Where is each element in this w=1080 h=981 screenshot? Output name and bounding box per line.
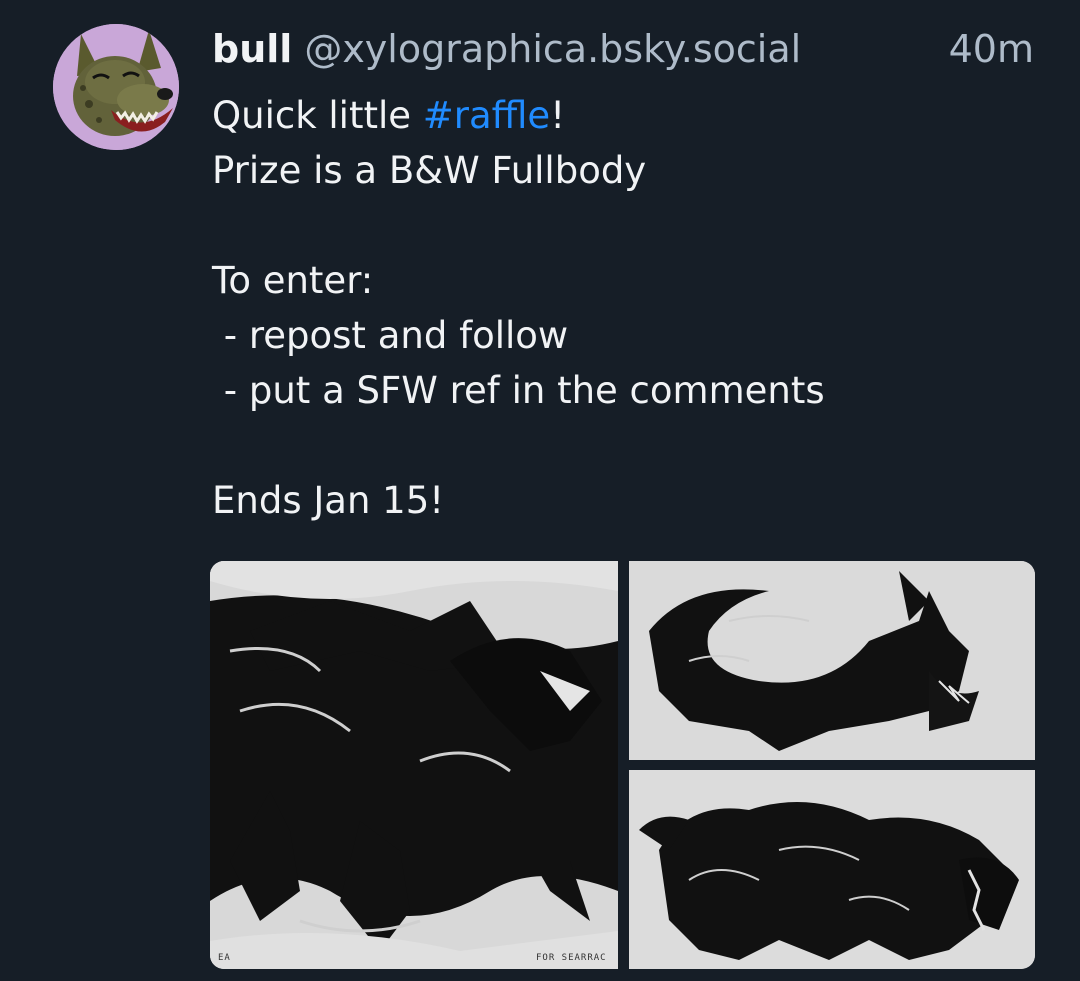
gallery-image-3[interactable]: [629, 770, 1035, 969]
avatar[interactable]: [53, 24, 179, 150]
gallery-image-1[interactable]: FOR SEARRAC EA: [210, 561, 618, 969]
image-gallery: FOR SEARRAC EA: [210, 561, 1035, 969]
author-display-name[interactable]: bull: [212, 24, 292, 74]
woodcut-creature-illustration: [210, 561, 618, 969]
post-text-line: To enter:: [212, 259, 374, 302]
post-timestamp[interactable]: 40m: [949, 24, 1034, 74]
woodcut-creature-illustration: [629, 561, 1035, 760]
post-text: Quick little #raffle! Prize is a B&W Ful…: [212, 88, 1042, 528]
post-text-line: - repost and follow: [212, 314, 569, 357]
artist-credit: FOR SEARRAC: [536, 953, 607, 963]
post-text-line: Ends Jan 15!: [212, 479, 445, 522]
post-text-line: Quick little #raffle!: [212, 88, 1042, 143]
author-handle[interactable]: @xylographica.bsky.social: [304, 24, 924, 74]
post-text-segment: !: [550, 94, 566, 137]
artist-corner-mark: EA: [218, 953, 231, 963]
post-text-blank-line: [212, 418, 1042, 473]
gallery-image-2[interactable]: [629, 561, 1035, 760]
post-text-segment: Quick little: [212, 94, 423, 137]
woodcut-creature-illustration: [629, 770, 1035, 969]
post-text-line: Prize is a B&W Fullbody: [212, 149, 647, 192]
hashtag-link[interactable]: #raffle: [423, 94, 550, 137]
post-header: bull @xylographica.bsky.social 40m: [212, 24, 1034, 74]
avatar-illustration: [53, 24, 179, 150]
post-text-blank-line: [212, 198, 1042, 253]
post-text-line: - put a SFW ref in the comments: [212, 369, 825, 412]
post-card[interactable]: bull @xylographica.bsky.social 40m Quick…: [0, 0, 1080, 981]
